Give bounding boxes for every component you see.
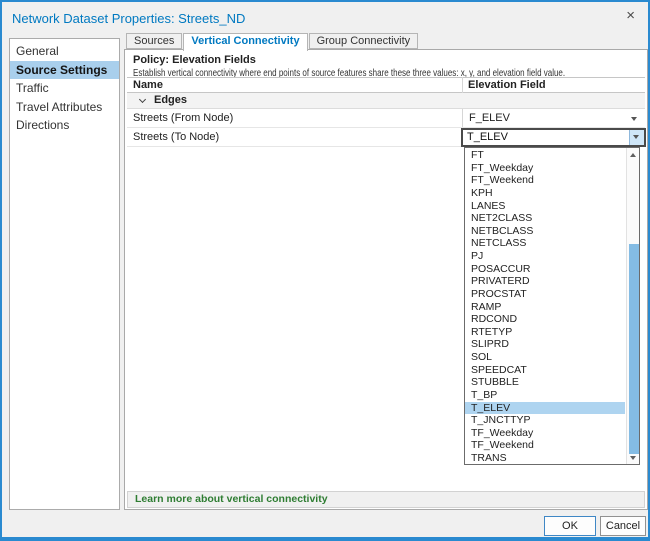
table-header: Name Elevation Field — [127, 77, 645, 93]
elevation-field-combo-from-node[interactable]: F_ELEV — [462, 109, 645, 127]
dropdown-option[interactable]: TF_Weekend — [465, 439, 625, 452]
dropdown-option[interactable]: LANES — [465, 200, 625, 213]
edges-group-row[interactable]: Edges — [127, 93, 645, 109]
dropdown-option[interactable]: T_JNCTTYP — [465, 414, 625, 427]
table-row-streets-from-node: Streets (From Node) F_ELEV — [127, 109, 645, 128]
dropdown-option[interactable]: TF_Weekday — [465, 427, 625, 440]
chevron-down-icon — [631, 117, 637, 121]
tab-group-connectivity[interactable]: Group Connectivity — [309, 33, 419, 49]
cancel-button[interactable]: Cancel — [600, 516, 646, 536]
sidebar: GeneralSource SettingsTrafficTravel Attr… — [9, 38, 120, 510]
ok-button[interactable]: OK — [544, 516, 596, 536]
tab-sources[interactable]: Sources — [126, 33, 182, 49]
column-header-elevation-field: Elevation Field — [468, 79, 546, 91]
dropdown-option[interactable]: POSACCUR — [465, 263, 625, 276]
column-header-name: Name — [133, 79, 163, 91]
dropdown-option[interactable]: T_BP — [465, 389, 625, 402]
dropdown-option[interactable]: RTETYP — [465, 326, 625, 339]
chevron-down-icon — [633, 135, 639, 139]
dialog-title: Network Dataset Properties: Streets_ND — [12, 11, 245, 26]
dropdown-option[interactable]: PJ — [465, 250, 625, 263]
dropdown-options: FTFT_WeekdayFT_WeekendKPHLANESNET2CLASSN… — [465, 149, 625, 463]
dropdown-option[interactable]: KPH — [465, 187, 625, 200]
dropdown-option[interactable]: STUBBLE — [465, 376, 625, 389]
dropdown-option[interactable]: RAMP — [465, 301, 625, 314]
dropdown-option[interactable]: SLIPRD — [465, 338, 625, 351]
combo-dropdown-button[interactable] — [629, 130, 644, 145]
combo-value: T_ELEV — [467, 131, 508, 143]
sidebar-item-directions[interactable]: Directions — [10, 116, 119, 135]
sidebar-item-travel-attributes[interactable]: Travel Attributes — [10, 98, 119, 117]
tab-vertical-connectivity[interactable]: Vertical Connectivity — [183, 33, 307, 51]
edges-group-label: Edges — [154, 94, 187, 106]
dropdown-option[interactable]: NETBCLASS — [465, 225, 625, 238]
sidebar-item-traffic[interactable]: Traffic — [10, 79, 119, 98]
chevron-down-icon — [139, 96, 146, 103]
policy-title: Policy: Elevation Fields — [133, 54, 256, 66]
learn-more-link[interactable]: Learn more about vertical connectivity — [135, 493, 328, 505]
dropdown-option[interactable]: T_ELEV — [465, 402, 625, 415]
dropdown-option[interactable]: NET2CLASS — [465, 212, 625, 225]
network-dataset-properties-dialog: Network Dataset Properties: Streets_ND ×… — [0, 0, 650, 541]
row-name-label: Streets (From Node) — [133, 112, 233, 124]
close-icon[interactable]: × — [626, 8, 635, 23]
combo-value: F_ELEV — [469, 112, 510, 124]
dropdown-option[interactable]: FT_Weekend — [465, 174, 625, 187]
dropdown-option[interactable]: RDCOND — [465, 313, 625, 326]
dropdown-option[interactable]: SPEEDCAT — [465, 364, 625, 377]
sidebar-item-source-settings[interactable]: Source Settings — [10, 61, 119, 80]
dropdown-option[interactable]: TRANS — [465, 452, 625, 463]
dropdown-option[interactable]: SOL — [465, 351, 625, 364]
scrollbar-thumb[interactable] — [629, 244, 639, 454]
dropdown-option[interactable]: NETCLASS — [465, 237, 625, 250]
learn-more-strip: Learn more about vertical connectivity — [127, 491, 645, 508]
scroll-down-arrow-icon[interactable] — [627, 452, 639, 463]
sidebar-item-general[interactable]: General — [10, 42, 119, 61]
dropdown-scrollbar[interactable] — [626, 148, 639, 464]
dropdown-option[interactable]: FT_Weekday — [465, 162, 625, 175]
dropdown-option[interactable]: PRIVATERD — [465, 275, 625, 288]
row-name-label: Streets (To Node) — [133, 131, 219, 143]
elevation-field-dropdown-list: FTFT_WeekdayFT_WeekendKPHLANESNET2CLASSN… — [464, 147, 640, 465]
dropdown-option[interactable]: PROCSTAT — [465, 288, 625, 301]
elevation-field-combo-to-node[interactable]: T_ELEV — [461, 128, 646, 147]
dropdown-option[interactable]: FT — [465, 149, 625, 162]
scroll-up-arrow-icon[interactable] — [627, 149, 639, 160]
content-panel: Policy: Elevation Fields Establish verti… — [124, 49, 648, 510]
tab-bar: Sources Vertical Connectivity Group Conn… — [126, 33, 419, 51]
